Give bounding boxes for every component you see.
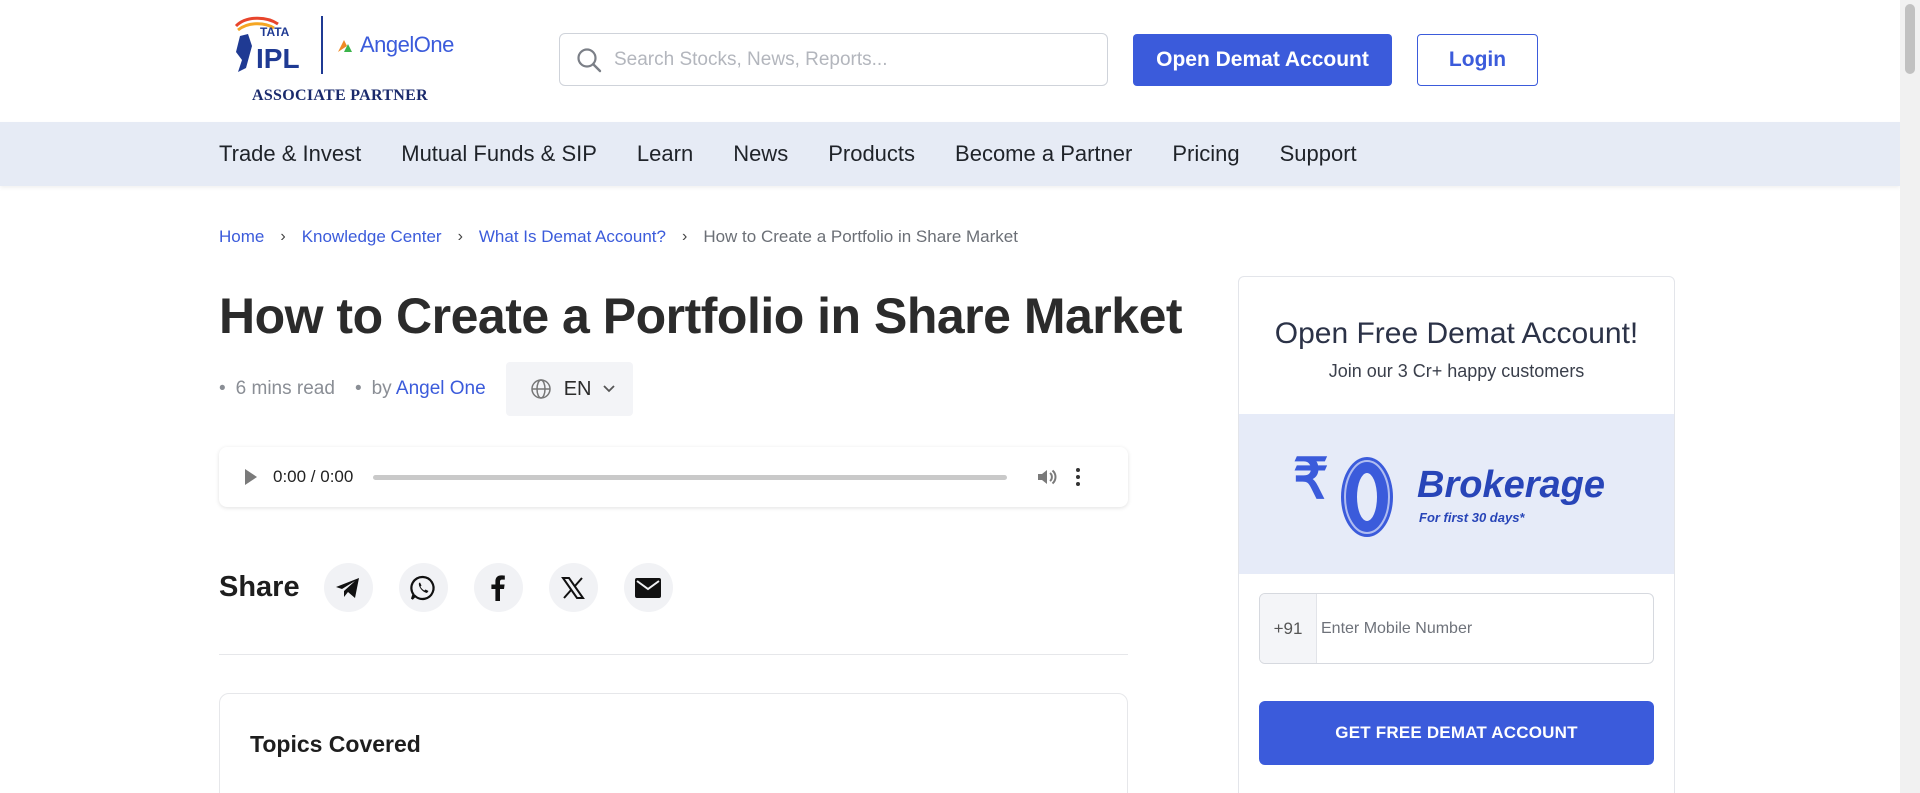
svg-text:TATA: TATA <box>260 25 290 39</box>
associate-partner-label: ASSOCIATE PARTNER <box>252 87 428 104</box>
chevron-down-icon <box>602 385 615 393</box>
nav-item-support[interactable]: Support <box>1280 141 1357 167</box>
chevron-right-icon: › <box>681 228 688 245</box>
country-code: +91 <box>1260 594 1317 663</box>
site-header: TATA IPL AngelOne ASSOCIATE PARTNER Open… <box>0 0 1900 122</box>
breadcrumb-knowledge-center[interactable]: Knowledge Center <box>302 227 442 247</box>
chevron-right-icon: › <box>280 228 286 245</box>
article-meta: • 6 mins read • by Angel One EN <box>219 362 633 416</box>
mobile-number-field[interactable]: +91 <box>1259 593 1654 664</box>
first-30-days-note: For first 30 days* <box>1419 510 1525 525</box>
card-subheading: Join our 3 Cr+ happy customers <box>1328 361 1585 381</box>
chevron-right-icon: › <box>457 228 463 245</box>
nav-item-mutual-funds-sip[interactable]: Mutual Funds & SIP <box>401 141 597 167</box>
by-prefix: by <box>371 378 392 399</box>
topics-covered-box: Topics Covered <box>219 693 1128 793</box>
zero-graphic: 0 <box>1341 457 1393 537</box>
telegram-icon[interactable] <box>323 563 373 612</box>
topics-covered-title: Topics Covered <box>250 731 421 757</box>
scrollbar-thumb[interactable] <box>1905 4 1915 74</box>
logo-divider <box>321 16 323 74</box>
language-selector[interactable]: EN <box>505 362 633 416</box>
nav-item-trade-invest[interactable]: Trade & Invest <box>219 141 361 167</box>
angelone-wordmark: AngelOne <box>360 32 454 57</box>
brand-logo[interactable]: TATA IPL AngelOne ASSOCIATE PARTNER <box>226 14 454 109</box>
page-scrollbar[interactable] <box>1900 0 1920 793</box>
get-free-demat-account-button[interactable]: GET FREE DEMAT ACCOUNT <box>1259 701 1654 765</box>
page-title: How to Create a Portfolio in Share Marke… <box>219 288 1183 344</box>
card-heading: Open Free Demat Account! <box>1274 317 1639 350</box>
language-value: EN <box>563 377 592 400</box>
nav-item-news[interactable]: News <box>733 141 788 167</box>
angelone-triangle-icon <box>338 40 352 52</box>
bullet-dot: • <box>219 378 226 399</box>
search-box[interactable] <box>559 33 1108 86</box>
svg-text:IPL: IPL <box>256 43 300 74</box>
section-divider <box>219 654 1128 655</box>
globe-icon <box>530 379 551 399</box>
rupee-symbol: ₹ <box>1293 447 1329 510</box>
audio-player: 0:00 / 0:00 <box>219 447 1128 507</box>
email-icon[interactable] <box>623 563 673 612</box>
mobile-number-input[interactable] <box>1321 619 1621 638</box>
search-icon <box>574 45 604 75</box>
nav-item-become-a-partner[interactable]: Become a Partner <box>955 141 1132 167</box>
whatsapp-icon[interactable] <box>398 563 448 612</box>
nav-item-products[interactable]: Products <box>828 141 915 167</box>
more-options-icon[interactable] <box>1075 468 1081 486</box>
breadcrumb-home[interactable]: Home <box>219 227 264 247</box>
author-byline: by Angel One <box>372 378 486 400</box>
ipl-logo-icon: TATA IPL <box>234 16 300 74</box>
open-demat-account-button[interactable]: Open Demat Account <box>1133 34 1392 86</box>
audio-progress-track[interactable] <box>373 474 1008 480</box>
search-input[interactable] <box>614 48 1054 71</box>
play-icon[interactable] <box>245 469 257 485</box>
brokerage-label: Brokerage <box>1417 464 1605 506</box>
angelone-logo: AngelOne <box>336 30 454 60</box>
share-bar: Share <box>219 563 699 612</box>
breadcrumb: Home › Knowledge Center › What Is Demat … <box>219 227 1018 247</box>
volume-icon[interactable] <box>1035 465 1059 489</box>
nav-item-learn[interactable]: Learn <box>637 141 693 167</box>
bullet-dot: • <box>354 378 362 399</box>
author-link[interactable]: Angel One <box>396 378 486 399</box>
main-nav: Trade & Invest Mutual Funds & SIP Learn … <box>0 122 1900 186</box>
nav-item-pricing[interactable]: Pricing <box>1172 141 1239 167</box>
facebook-icon[interactable] <box>473 563 523 612</box>
open-account-card: Open Free Demat Account! Join our 3 Cr+ … <box>1238 276 1675 793</box>
read-time: 6 mins read <box>235 378 335 399</box>
audio-time: 0:00 / 0:00 <box>273 467 354 486</box>
breadcrumb-current: How to Create a Portfolio in Share Marke… <box>703 227 1018 246</box>
zero-brokerage-banner: ₹ 0 Brokerage For first 30 days* <box>1239 414 1674 574</box>
login-button[interactable]: Login <box>1417 34 1538 86</box>
x-icon[interactable] <box>548 563 598 612</box>
breadcrumb-what-is-demat[interactable]: What Is Demat Account? <box>479 227 666 247</box>
share-label: Share <box>219 571 300 603</box>
